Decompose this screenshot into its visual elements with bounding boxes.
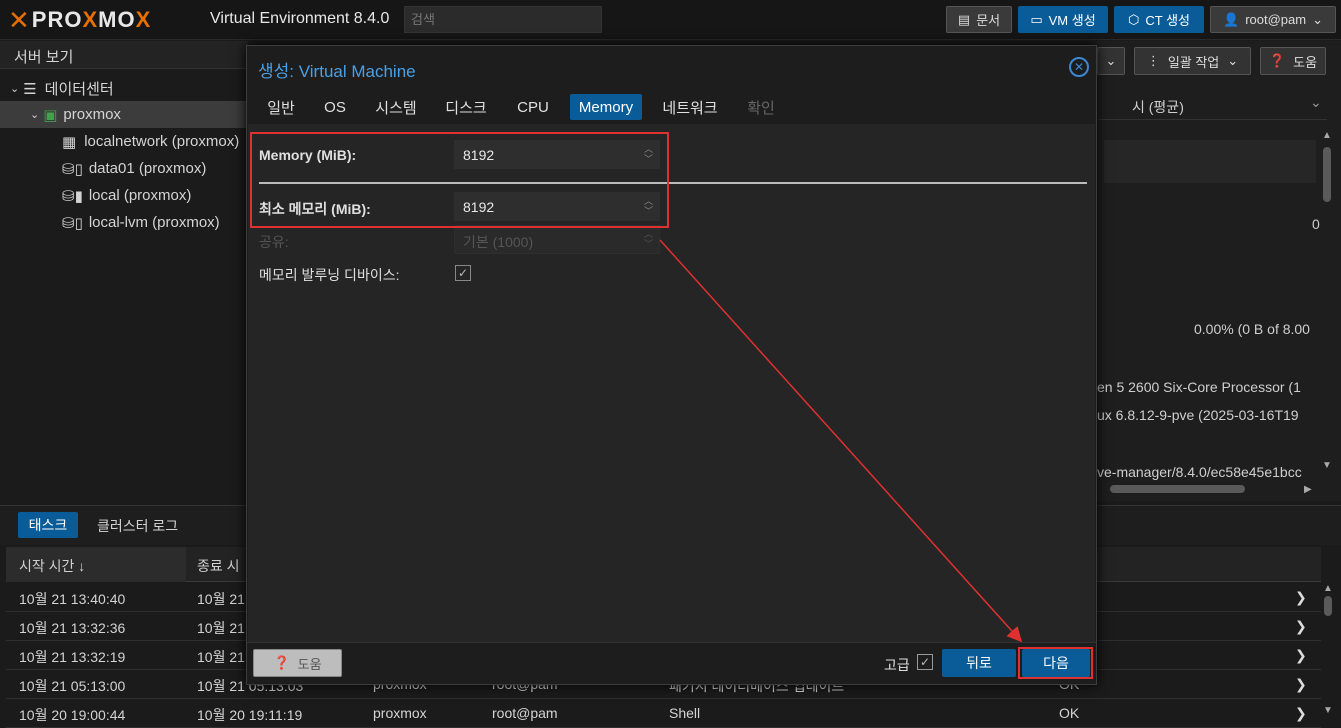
annotation-arrow <box>659 239 1023 643</box>
annotation-arrow-line <box>659 239 1023 643</box>
